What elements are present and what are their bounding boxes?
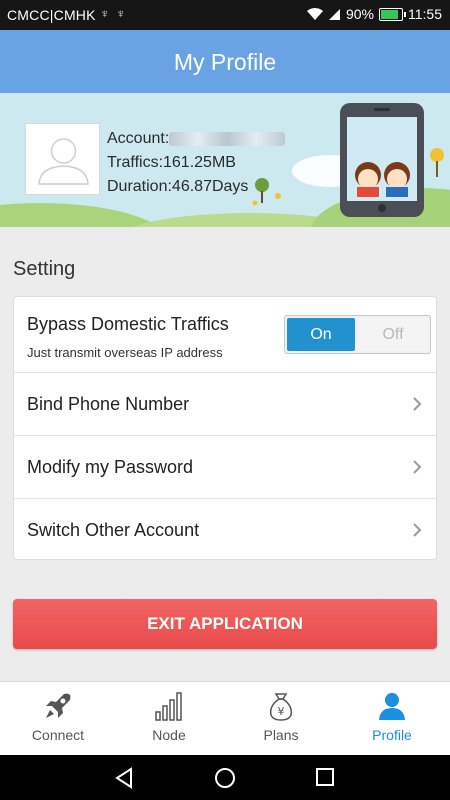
signal-bars-icon xyxy=(155,692,182,721)
status-bar: CMCC|CMHK ♆ ♆ 90% 11:55 xyxy=(0,0,450,30)
tab-profile-label: Profile xyxy=(372,727,412,743)
bottom-nav: Connect Node ¥ Plans Profile xyxy=(0,681,450,755)
app-header: My Profile xyxy=(0,30,450,93)
person-placeholder-icon xyxy=(38,138,89,185)
system-nav-bar xyxy=(0,755,450,800)
rocket-icon xyxy=(46,693,71,718)
traffics-label: Traffics:161.25MB xyxy=(107,154,236,171)
recent-apps-icon[interactable] xyxy=(315,767,335,787)
settings-card: Bypass Domestic Traffics Just transmit o… xyxy=(13,296,437,560)
tab-profile[interactable]: Profile xyxy=(336,682,448,756)
avatar[interactable] xyxy=(25,123,100,195)
account-info: Account: Traffics:161.25MB Duration:46.8… xyxy=(107,127,286,199)
clock: 11:55 xyxy=(408,6,442,22)
chevron-right-icon xyxy=(413,523,422,537)
svg-text:¥: ¥ xyxy=(278,705,285,718)
toggle-off-option[interactable]: Off xyxy=(358,318,428,351)
modify-password-label: Modify my Password xyxy=(27,457,194,477)
usb-icon: ♆ xyxy=(116,6,126,21)
usb-icon: ♆ xyxy=(100,6,110,21)
tab-node-label: Node xyxy=(152,727,186,743)
switch-account-label: Switch Other Account xyxy=(27,520,200,540)
battery-percent: 90% xyxy=(345,6,374,22)
tab-plans[interactable]: ¥ Plans xyxy=(225,682,337,756)
tab-connect-label: Connect xyxy=(31,727,85,743)
bypass-row: Bypass Domestic Traffics Just transmit o… xyxy=(14,297,436,373)
back-icon[interactable] xyxy=(114,767,134,789)
person-icon xyxy=(379,693,405,720)
bypass-description: Just transmit overseas IP address xyxy=(27,345,223,360)
tab-connect[interactable]: Connect xyxy=(2,682,114,756)
tab-node[interactable]: Node xyxy=(113,682,225,756)
modify-password-row[interactable]: Modify my Password xyxy=(14,436,436,499)
account-number-redacted xyxy=(169,131,286,146)
account-label: Account: xyxy=(107,130,170,147)
profile-banner: Account: Traffics:161.25MB Duration:46.8… xyxy=(0,93,450,227)
bypass-toggle[interactable]: On Off xyxy=(284,315,431,354)
signal-icon xyxy=(328,9,340,20)
switch-account-row[interactable]: Switch Other Account xyxy=(14,499,436,561)
chevron-right-icon xyxy=(413,460,422,474)
home-icon[interactable] xyxy=(214,767,236,789)
toggle-on-option[interactable]: On xyxy=(287,318,355,351)
phone-illustration xyxy=(340,103,424,217)
wifi-icon xyxy=(306,7,323,20)
bind-phone-row[interactable]: Bind Phone Number xyxy=(14,373,436,436)
bind-phone-label: Bind Phone Number xyxy=(27,394,190,414)
money-bag-icon: ¥ xyxy=(269,693,293,721)
battery-icon xyxy=(379,7,406,21)
tab-plans-label: Plans xyxy=(263,727,299,743)
setting-section-title: Setting xyxy=(13,258,76,280)
page-title: My Profile xyxy=(173,49,277,75)
account-row: Account: xyxy=(107,127,286,151)
chevron-right-icon xyxy=(413,397,422,411)
exit-application-button[interactable]: EXIT APPLICATION xyxy=(13,599,437,649)
duration-label: Duration:46.87Days xyxy=(107,178,249,195)
carrier-label: CMCC|CMHK xyxy=(7,7,96,23)
bypass-label: Bypass Domestic Traffics xyxy=(27,314,229,334)
